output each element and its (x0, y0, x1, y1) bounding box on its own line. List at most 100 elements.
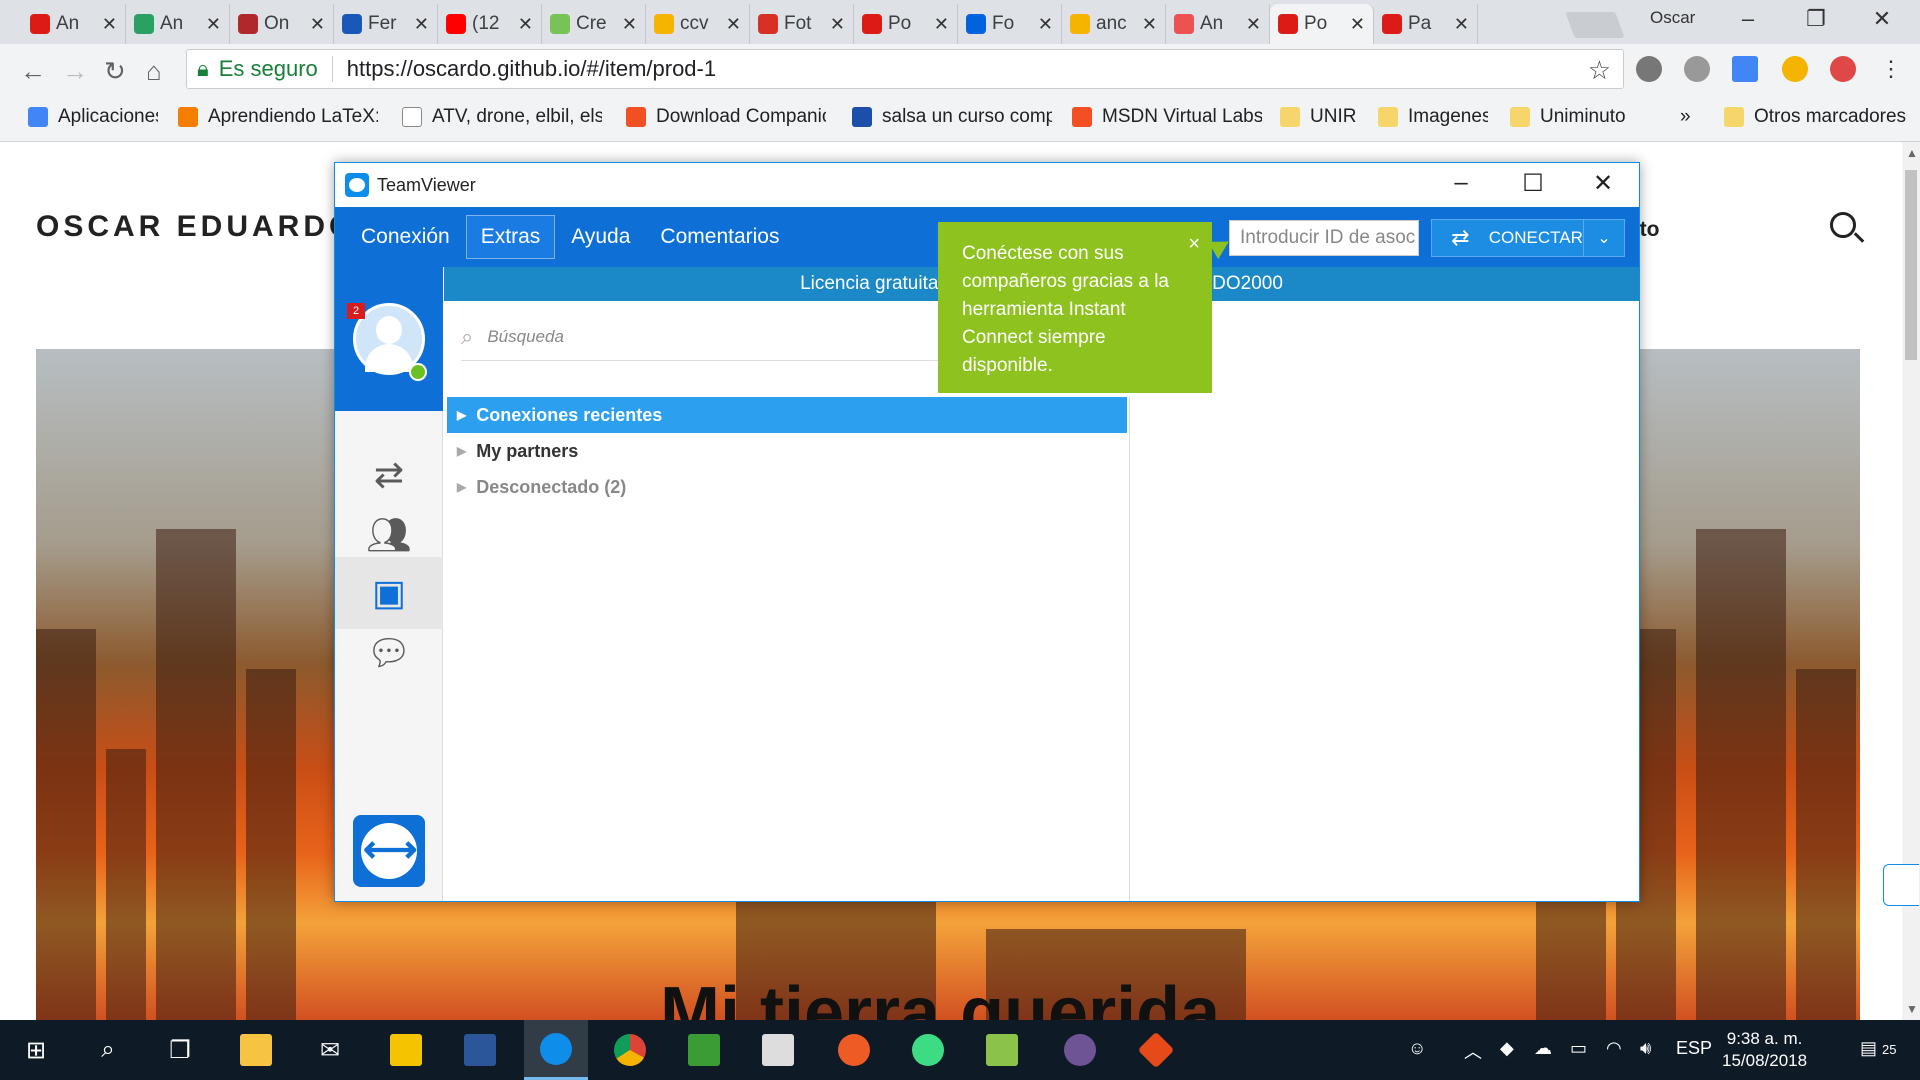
group-my-partners[interactable]: ▶ My partners (447, 433, 1127, 469)
site-brand[interactable]: OSCAR EDUARDO (36, 210, 356, 244)
search-taskbar-icon[interactable]: ⌕ (90, 1032, 126, 1068)
bookmark-item[interactable]: Aprendiendo LaTeX: P (178, 106, 378, 128)
tab-close-icon[interactable]: ✕ (1454, 14, 1469, 35)
language-indicator[interactable]: ESP (1676, 1038, 1712, 1059)
tab-close-icon[interactable]: ✕ (310, 14, 325, 35)
action-center-icon[interactable]: ▤ 25 (1860, 1038, 1896, 1059)
menu-comentarios[interactable]: Comentarios (646, 216, 793, 258)
file-explorer-icon[interactable] (238, 1032, 274, 1068)
teamviewer-taskbar-icon[interactable] (524, 1020, 588, 1080)
browser-tab[interactable]: Po ✕ (1270, 4, 1374, 44)
postman-icon[interactable] (836, 1032, 872, 1068)
bookmark-item[interactable]: Aplicaciones (28, 106, 158, 128)
browser-tab[interactable]: Fo ✕ (958, 4, 1062, 44)
bookmark-star-icon[interactable]: ☆ (1588, 55, 1611, 86)
media-app-icon[interactable] (388, 1032, 424, 1068)
browser-tab[interactable]: ccv ✕ (646, 4, 750, 44)
tab-close-icon[interactable]: ✕ (414, 14, 429, 35)
bookmark-item[interactable]: Imagenes (1378, 106, 1488, 128)
tv-close-icon[interactable]: ✕ (1585, 169, 1621, 198)
windows-start-icon[interactable]: ⊞ (18, 1032, 54, 1068)
chart-app-icon[interactable] (984, 1032, 1020, 1068)
tab-close-icon[interactable]: ✕ (1350, 14, 1365, 35)
menu-conexion[interactable]: Conexión (347, 216, 464, 258)
chat-icon[interactable]: 💬︎ (335, 617, 443, 689)
tab-close-icon[interactable]: ✕ (1142, 14, 1157, 35)
scrollbar-thumb[interactable] (1905, 170, 1917, 360)
forward-icon[interactable]: → (62, 56, 88, 87)
browser-tab[interactable]: anc ✕ (1062, 4, 1166, 44)
connect-button[interactable]: ⇄ CONECTAR ⌄ (1431, 219, 1625, 257)
new-tab-button[interactable] (1565, 12, 1625, 38)
other-bookmarks-folder[interactable]: Otros marcadores (1724, 106, 1906, 128)
scroll-up-icon[interactable]: ▲ (1906, 146, 1918, 160)
people-icon[interactable]: ☺ (1408, 1038, 1426, 1059)
browser-tab[interactable]: An ✕ (1166, 4, 1270, 44)
tab-close-icon[interactable]: ✕ (934, 14, 949, 35)
bookmark-item[interactable]: Download Companio (626, 106, 826, 128)
tv-minimize-icon[interactable]: – (1443, 169, 1479, 197)
browser-tab[interactable]: An ✕ (22, 4, 126, 44)
browser-tab[interactable]: Po ✕ (854, 4, 958, 44)
restore-icon[interactable]: ❐ (1796, 6, 1836, 32)
bookmark-item[interactable]: ATV, drone, elbil, elsy (402, 106, 602, 128)
cloud-icon[interactable]: ☁ (1534, 1038, 1552, 1059)
tab-close-icon[interactable]: ✕ (1038, 14, 1053, 35)
partner-id-input[interactable]: Introducir ID de asoc (1229, 220, 1419, 256)
contacts-search[interactable]: ⌕ Búsqueda (461, 313, 991, 361)
app-green-icon[interactable] (686, 1032, 722, 1068)
translate-extension-icon[interactable] (1732, 56, 1758, 82)
clock[interactable]: 9:38 a. m. 15/08/2018 (1722, 1028, 1807, 1072)
browser-tab[interactable]: Fer ✕ (334, 4, 438, 44)
extension-icon[interactable] (1782, 56, 1808, 82)
tab-close-icon[interactable]: ✕ (102, 14, 117, 35)
group-disconnected[interactable]: ▶ Desconectado (2) (447, 469, 1127, 505)
profile-panel[interactable]: 2 (335, 267, 443, 411)
tab-close-icon[interactable]: ✕ (518, 14, 533, 35)
tray-expand-icon[interactable]: ︿ (1464, 1038, 1482, 1064)
back-icon[interactable]: ← (20, 56, 46, 87)
teamviewer-side-tab-icon[interactable] (1883, 864, 1919, 906)
bookmark-item[interactable]: MSDN Virtual Labs (1072, 106, 1262, 128)
git-tool-icon[interactable] (1137, 1031, 1175, 1069)
chrome-icon[interactable] (612, 1032, 648, 1068)
expand-arrow-icon[interactable]: ▶ (457, 444, 466, 458)
browser-tab[interactable]: An ✕ (126, 4, 230, 44)
site-search-icon[interactable] (1830, 212, 1856, 238)
draw-app-icon[interactable] (760, 1032, 796, 1068)
volume-icon[interactable]: 🔊︎ (1640, 1038, 1651, 1059)
browser-tab[interactable]: Pa ✕ (1374, 4, 1478, 44)
bookmark-item[interactable]: salsa un curso compl (852, 106, 1052, 128)
tab-close-icon[interactable]: ✕ (1246, 14, 1261, 35)
bookmarks-overflow-button[interactable]: » (1680, 106, 1691, 128)
group-recent-connections[interactable]: ▶ Conexiones recientes (447, 397, 1127, 433)
word-icon[interactable] (462, 1032, 498, 1068)
dropbox-icon[interactable]: ◆ (1500, 1038, 1514, 1059)
chrome-menu-icon[interactable]: ⋮ (1880, 56, 1902, 82)
browser-tab[interactable]: Cre ✕ (542, 4, 646, 44)
extension-icon-2[interactable] (1830, 56, 1856, 82)
mail-icon[interactable]: ✉ (312, 1032, 348, 1068)
menu-ayuda[interactable]: Ayuda (557, 216, 644, 258)
tab-close-icon[interactable]: ✕ (206, 14, 221, 35)
battery-icon[interactable]: ▭ (1570, 1038, 1587, 1059)
tooltip-close-icon[interactable]: × (1188, 230, 1200, 258)
android-studio-icon[interactable] (910, 1032, 946, 1068)
tab-close-icon[interactable]: ✕ (830, 14, 845, 35)
bookmark-item[interactable]: UNIR (1280, 106, 1356, 128)
wifi-icon[interactable]: ◠ (1606, 1038, 1622, 1059)
close-icon[interactable]: ✕ (1862, 6, 1902, 32)
browser-tab[interactable]: (12 ✕ (438, 4, 542, 44)
tab-close-icon[interactable]: ✕ (622, 14, 637, 35)
eye-extension-icon[interactable] (1636, 56, 1662, 82)
reload-icon[interactable]: ↻ (104, 56, 126, 87)
bookmark-item[interactable]: Uniminuto (1510, 106, 1626, 128)
menu-extras[interactable]: Extras (465, 215, 556, 259)
expand-arrow-icon[interactable]: ▶ (457, 408, 466, 422)
tab-close-icon[interactable]: ✕ (726, 14, 741, 35)
expand-arrow-icon[interactable]: ▶ (457, 480, 466, 494)
minimize-icon[interactable]: – (1728, 6, 1768, 32)
gear-extension-icon[interactable] (1684, 56, 1710, 82)
browser-tab[interactable]: On ✕ (230, 4, 334, 44)
tv-maximize-icon[interactable]: ☐ (1515, 169, 1551, 198)
